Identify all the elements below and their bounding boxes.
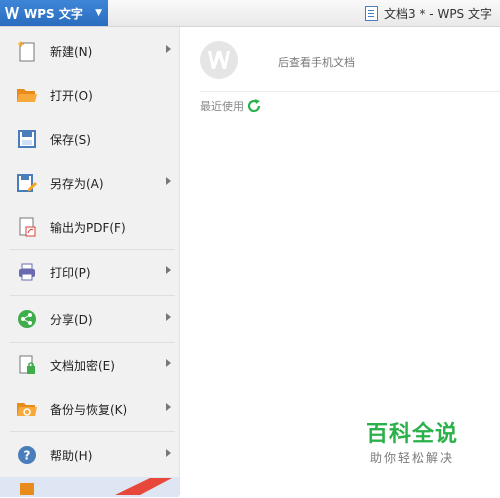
red-arrow-annotation (115, 478, 172, 495)
help-icon: ? (16, 444, 38, 466)
save-as-icon (16, 172, 38, 194)
submenu-arrow-icon (166, 359, 171, 367)
menu-label: 新建(N) (50, 44, 93, 59)
window-title: 文档3 * - WPS 文字 (365, 5, 492, 22)
svg-text:?: ? (24, 449, 31, 463)
backup-icon (16, 398, 38, 420)
wps-logo-icon (208, 51, 230, 69)
file-menu: 新建(N) 打开(O) 保存(S) 另存为(A) 输出为PDF(F) 打印(P) (0, 27, 180, 497)
menu-item-export-pdf[interactable]: 输出为PDF(F) (0, 205, 179, 249)
menu-label: 另存为(A) (50, 176, 104, 191)
menu-label: 帮助(H) (50, 448, 93, 463)
pdf-export-icon (16, 216, 38, 238)
wps-logo-icon (4, 5, 20, 21)
refresh-icon[interactable] (247, 99, 261, 113)
encrypt-icon (16, 354, 38, 376)
submenu-arrow-icon (166, 266, 171, 274)
title-bar: WPS 文字 ▼ 文档3 * - WPS 文字 (0, 0, 500, 27)
submenu-arrow-icon (166, 313, 171, 321)
share-icon (16, 308, 38, 330)
watermark-title: 百科全说 (365, 422, 458, 447)
menu-item-new[interactable]: 新建(N) (0, 29, 179, 73)
menu-item-share[interactable]: 分享(D) (0, 297, 179, 341)
open-folder-icon (16, 84, 38, 106)
menu-item-open[interactable]: 打开(O) (0, 73, 179, 117)
submenu-arrow-icon (166, 45, 171, 53)
watermark-subtitle: 助你轻松解决 (369, 451, 454, 465)
menu-item-help[interactable]: ? 帮助(H) (0, 433, 179, 477)
print-icon (16, 261, 38, 283)
menu-item-save-as[interactable]: 另存为(A) (0, 161, 179, 205)
menu-label: 备份与恢复(K) (50, 402, 128, 417)
new-doc-icon (16, 40, 38, 62)
menu-label: 保存(S) (50, 132, 91, 147)
submenu-arrow-icon (166, 177, 171, 185)
menu-label: 打开(O) (50, 88, 93, 103)
avatar[interactable] (200, 41, 238, 79)
menu-item-save[interactable]: 保存(S) (0, 117, 179, 161)
submenu-arrow-icon (166, 403, 171, 411)
recent-section-header: 最近使用 (200, 98, 261, 114)
menu-label: 输出为PDF(F) (50, 220, 126, 235)
dropdown-arrow-icon: ▼ (95, 8, 102, 18)
recent-label: 最近使用 (200, 100, 244, 113)
menu-divider (10, 295, 175, 296)
app-name: WPS 文字 (24, 6, 83, 21)
menu-divider (10, 431, 175, 432)
watermark: 百科全说 助你轻松解决 (362, 423, 462, 466)
menu-item-encrypt[interactable]: 文档加密(E) (0, 343, 179, 387)
menu-item-print[interactable]: 打印(P) (0, 250, 179, 294)
submenu-arrow-icon (166, 449, 171, 457)
menu-item-backup[interactable]: 备份与恢复(K) (0, 387, 179, 431)
document-icon (365, 6, 379, 21)
document-title: 文档3 * - WPS 文字 (384, 7, 492, 21)
wps-app-menu-button[interactable]: WPS 文字 ▼ (0, 0, 108, 26)
menu-label: 分享(D) (50, 312, 93, 327)
menu-label: 文档加密(E) (50, 358, 115, 373)
divider (200, 91, 500, 92)
phone-docs-link[interactable]: 后查看手机文档 (278, 54, 355, 70)
menu-label: 打印(P) (50, 265, 91, 280)
save-icon (16, 128, 38, 150)
